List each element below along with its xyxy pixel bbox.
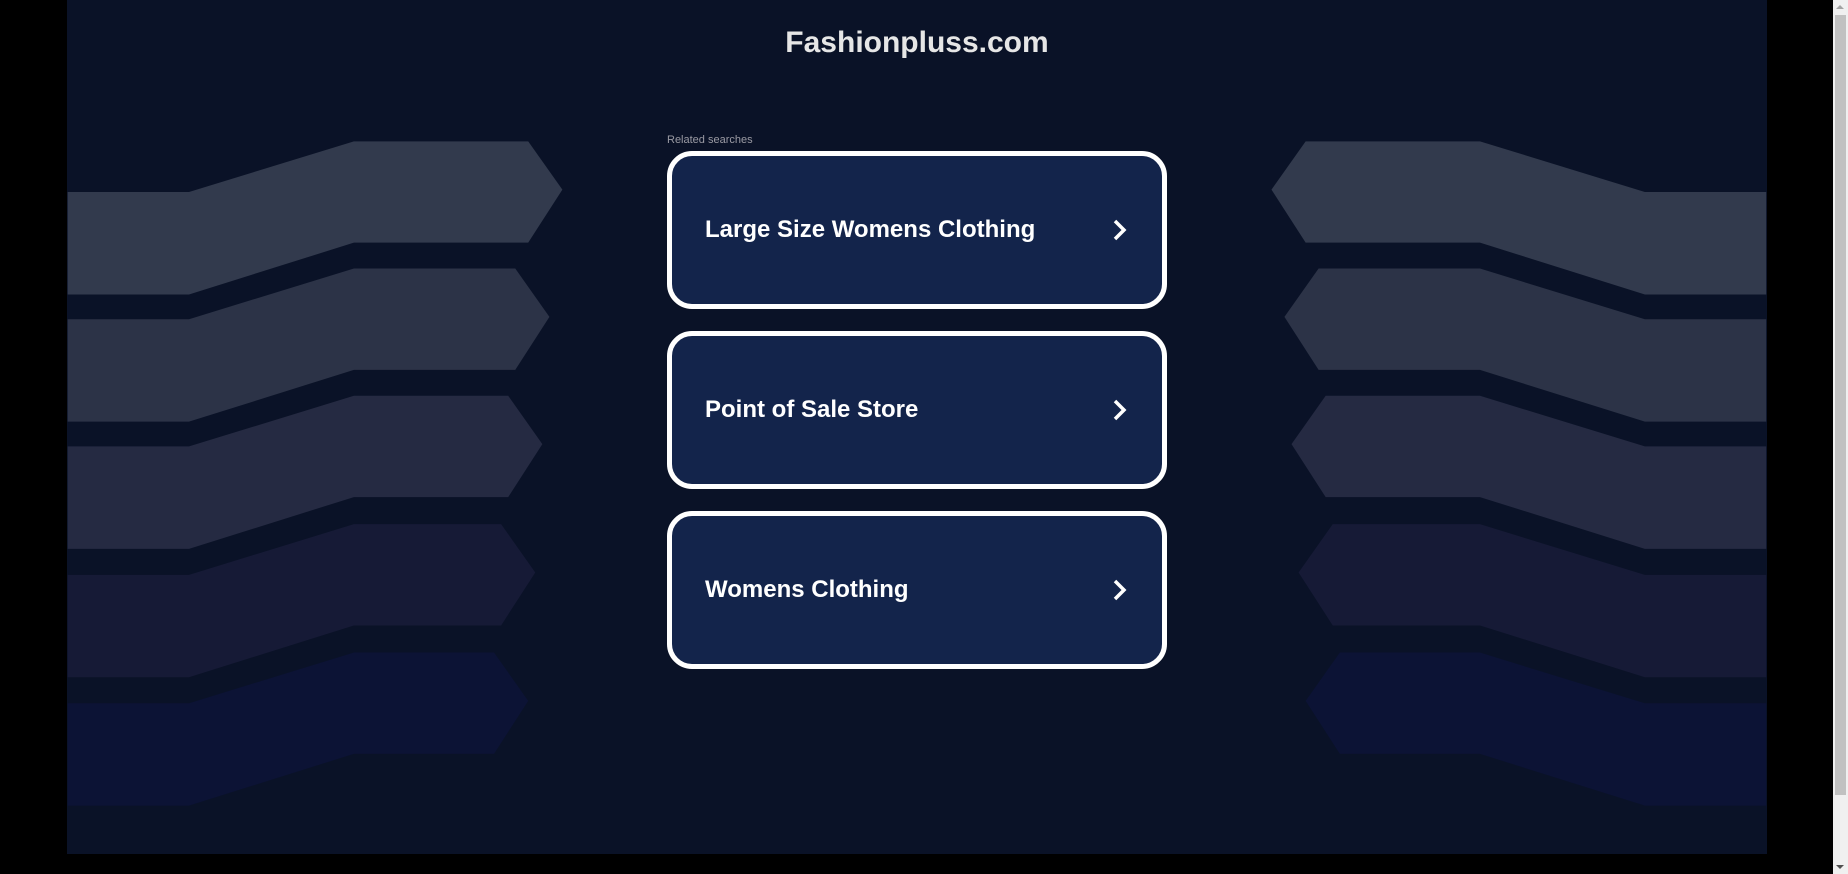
chevron-right-icon — [1113, 579, 1127, 601]
scrollbar-thumb[interactable] — [1835, 15, 1846, 795]
vertical-scrollbar[interactable] — [1833, 0, 1848, 874]
page: Fashionpluss.com Related searches Large … — [67, 0, 1767, 854]
chevron-right-icon — [1113, 399, 1127, 421]
related-search-label: Womens Clothing — [705, 576, 909, 603]
related-search-link[interactable]: Womens Clothing — [667, 511, 1167, 669]
related-searches-label: Related searches — [667, 134, 753, 146]
scroll-down-arrow-icon[interactable] — [1836, 865, 1844, 869]
chevron-right-icon — [1113, 219, 1127, 241]
scroll-up-arrow-icon[interactable] — [1836, 5, 1844, 9]
page-title: Fashionpluss.com — [785, 26, 1049, 59]
related-search-link[interactable]: Point of Sale Store — [667, 331, 1167, 489]
related-search-label: Large Size Womens Clothing — [705, 216, 1036, 243]
related-search-label: Point of Sale Store — [705, 396, 919, 423]
related-search-link[interactable]: Large Size Womens Clothing — [667, 151, 1167, 309]
